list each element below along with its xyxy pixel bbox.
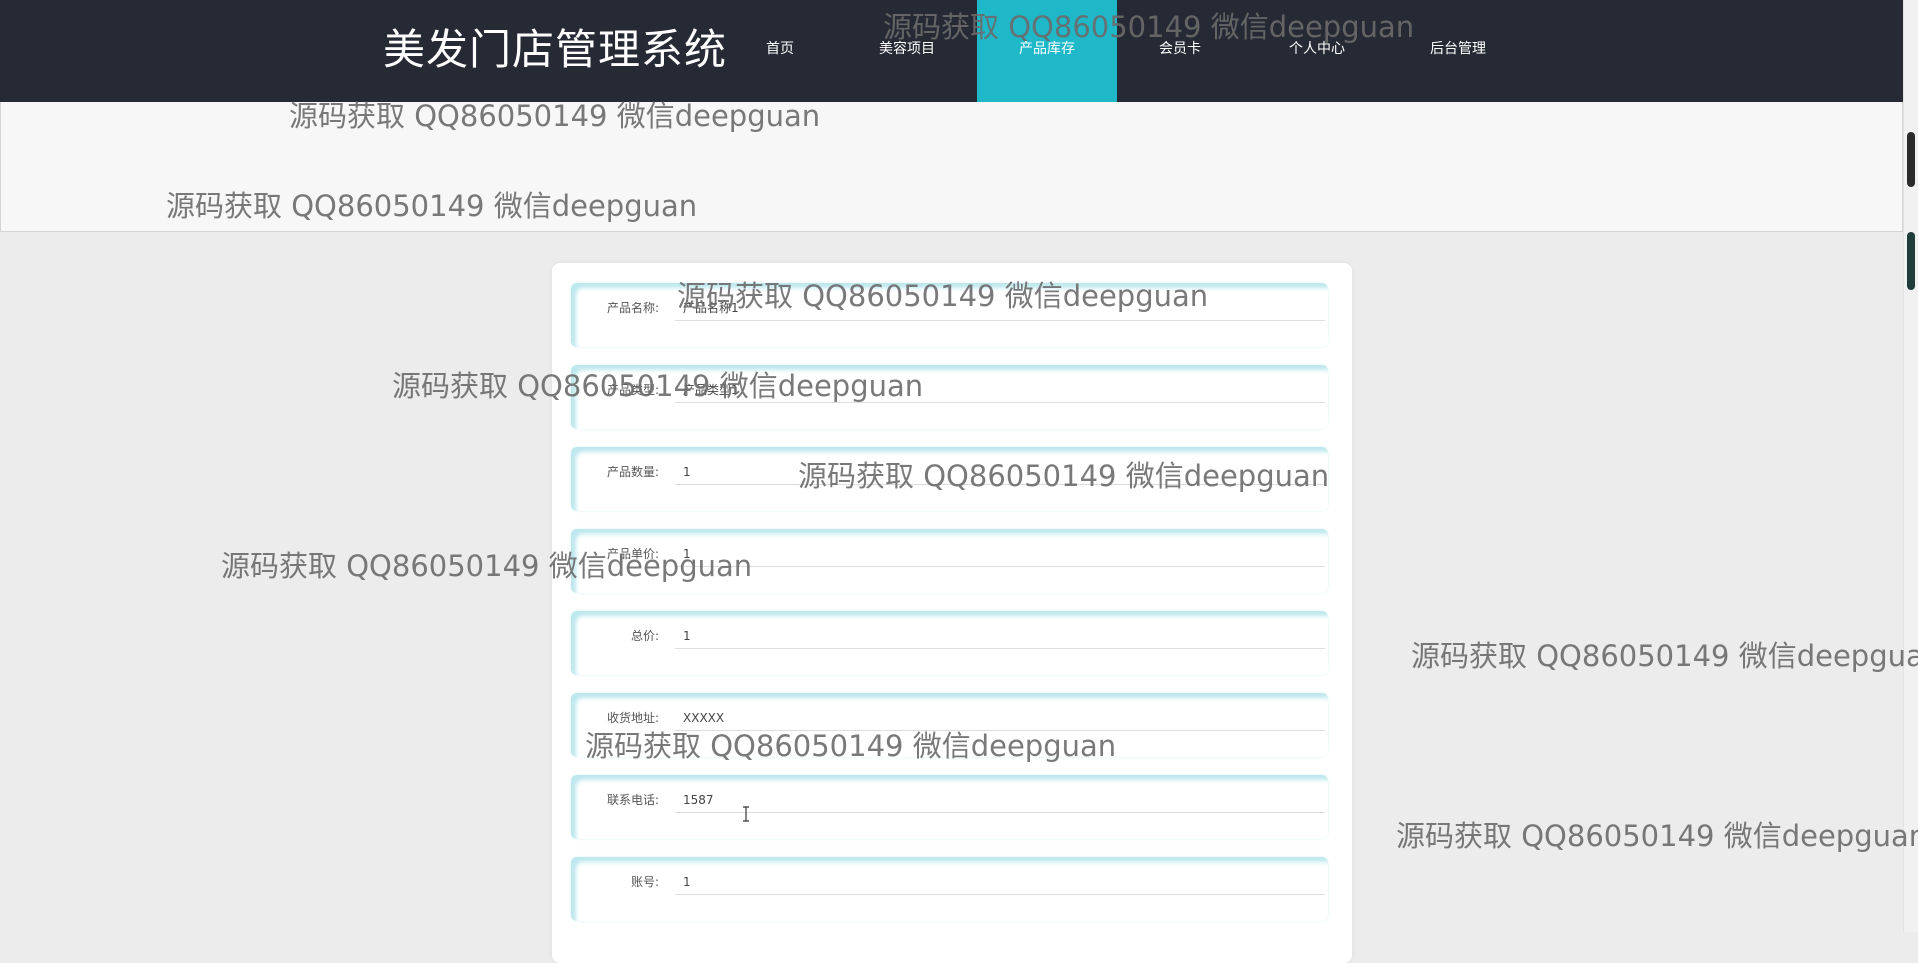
watermark-text: 源码获取 QQ86050149 微信deepguan <box>798 459 1330 493</box>
scroll-thumb-secondary[interactable] <box>1907 232 1915 290</box>
watermark-text: 源码获取 QQ86050149 微信deepguan <box>1396 819 1918 853</box>
form-row-account: 账号: <box>571 857 1328 921</box>
unit-price-input[interactable] <box>675 541 1325 567</box>
watermark-text: 源码获取 QQ86050149 微信deepguan <box>166 189 698 223</box>
nav-home[interactable]: 首页 <box>710 0 850 102</box>
watermark-text: 源码获取 QQ86050149 微信deepguan <box>392 369 924 403</box>
account-input[interactable] <box>675 869 1325 895</box>
phone-input[interactable] <box>675 787 1325 813</box>
field-label: 联系电话: <box>606 793 659 807</box>
field-label: 产品名称: <box>606 301 659 315</box>
text-cursor-icon <box>743 806 749 822</box>
site-title: 美发门店管理系统 <box>383 25 728 74</box>
watermark-text: 源码获取 QQ86050149 微信deepguan <box>677 279 1209 313</box>
page-scrollbar[interactable] <box>1903 0 1918 932</box>
watermark-text: 源码获取 QQ86050149 微信deepguan <box>221 549 753 583</box>
field-label: 产品数量: <box>606 465 659 479</box>
watermark-text: 源码获取 QQ86050149 微信deepguan <box>1411 639 1918 673</box>
watermark-text: 源码获取 QQ86050149 微信deepguan <box>883 10 1415 44</box>
watermark-text: 源码获取 QQ86050149 微信deepguan <box>289 99 821 133</box>
total-price-input[interactable] <box>675 623 1325 649</box>
field-label: 总价: <box>630 629 659 643</box>
field-label: 账号: <box>630 875 659 889</box>
form-row-phone: 联系电话: <box>571 775 1328 839</box>
form-row-total-price: 总价: <box>571 611 1328 675</box>
watermark-text: 源码获取 QQ86050149 微信deepguan <box>585 729 1117 763</box>
scroll-thumb[interactable] <box>1907 132 1915 187</box>
